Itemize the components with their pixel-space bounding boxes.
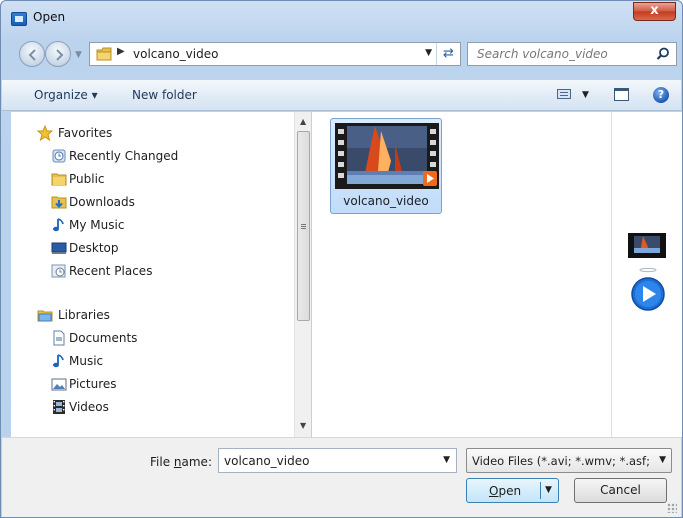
back-button[interactable] [19,41,45,67]
command-toolbar: Organize ▾ New folder ▼ ? [2,79,681,111]
star-icon [37,125,53,141]
video-preview-thumbnail [628,233,666,258]
recent-places-icon [51,264,66,278]
help-button[interactable]: ? [653,87,669,103]
file-type-value: Video Files (*.avi; *.wmv; *.asf; * [472,454,654,468]
file-name-label-mnemonic: n [173,455,182,469]
split-divider [540,482,541,499]
tree-item-pictures[interactable]: Pictures [11,373,293,395]
tree-item-downloads[interactable]: Downloads [11,191,293,213]
navigation-bar: ▼ ▶ volcano_video ▼ ⇄ Search volcano_vid… [1,35,682,79]
chevron-down-icon[interactable]: ▼ [443,455,450,465]
downloads-icon [51,196,67,209]
tree-item-favorites[interactable]: Favorites [11,122,293,144]
open-button-label: Open [489,484,521,498]
tree-item-label: Desktop [69,241,119,255]
scrollbar-thumb[interactable] [297,131,310,321]
file-name-label: volcano_video [343,194,429,208]
tree-item-my-music[interactable]: My Music [11,214,293,236]
tree-item-libraries[interactable]: Libraries [11,304,293,326]
navigation-pane: Favorites Recently Changed Public Downlo… [11,112,311,437]
navigation-tree: Favorites Recently Changed Public Downlo… [11,112,293,437]
search-box[interactable]: Search volcano_video [467,42,677,66]
music-note-icon [53,218,64,232]
tree-item-documents[interactable]: Documents [11,327,293,349]
tree-item-label: Downloads [69,195,135,209]
tree-item-label: Recent Places [69,264,153,278]
pictures-icon [51,378,67,391]
open-button[interactable]: Open ▼ [466,478,559,503]
navigation-scrollbar[interactable]: ▲ ▼ [294,112,311,437]
breadcrumb-separator[interactable]: ▶ [117,46,125,57]
search-input[interactable]: Search volcano_video [477,47,608,61]
open-dialog: Open x ▼ ▶ volcano_video ▼ ⇄ Search volc… [0,0,683,518]
file-name-label: File name: [150,455,212,469]
tree-item-label: Music [69,354,104,368]
chevron-down-icon: ▼ [659,455,666,465]
tree-item-music[interactable]: Music [11,350,293,372]
cancel-button[interactable]: Cancel [574,478,667,503]
arrow-left-icon [28,49,36,61]
arrow-right-icon [56,49,64,61]
tree-item-label: Videos [69,400,109,414]
refresh-button[interactable]: ⇄ [436,43,460,65]
refresh-icon: ⇄ [443,46,454,61]
change-view-button[interactable] [557,89,571,99]
help-icon: ? [657,88,665,101]
libraries-icon [37,310,53,322]
preview-pane-toggle[interactable] [614,88,629,101]
open-options-dropdown[interactable]: ▼ [545,485,552,495]
file-item-volcano-video[interactable]: volcano_video [330,118,442,214]
file-type-select[interactable]: Video Files (*.avi; *.wmv; *.asf; * ▼ [466,448,672,473]
grip-icon [301,224,306,225]
video-thumbnail-icon [335,123,439,189]
documents-icon [53,330,65,346]
folder-icon [51,173,67,186]
tree-item-label: Pictures [69,377,117,391]
tree-item-desktop[interactable]: Desktop [11,237,293,259]
recent-changed-icon [52,149,66,163]
address-bar[interactable]: ▶ volcano_video ▼ ⇄ [89,42,461,66]
tree-item-recent-places[interactable]: Recent Places [11,260,293,282]
breadcrumb-current[interactable]: volcano_video [133,47,218,61]
file-name-label-pre: File [150,455,174,469]
preview-pane [611,112,682,437]
play-icon[interactable] [630,267,666,315]
tree-item-label: Recently Changed [69,149,179,163]
forward-button[interactable] [45,41,71,67]
scroll-down-arrow[interactable]: ▼ [300,421,306,430]
file-list-pane: volcano_video [312,112,611,437]
close-button[interactable]: x [633,2,676,21]
recent-locations-dropdown[interactable]: ▼ [75,50,82,60]
film-icon [53,400,65,414]
window-title: Open [33,10,66,24]
tree-item-label: Documents [69,331,138,345]
file-name-field[interactable]: volcano_video ▼ [218,448,457,473]
music-note-icon [53,354,64,368]
app-icon [11,12,27,26]
tree-item-label: Favorites [58,126,113,140]
tree-item-label: Libraries [58,308,110,322]
tree-item-recently-changed[interactable]: Recently Changed [11,145,293,167]
file-name-value[interactable]: volcano_video [224,454,309,468]
folder-icon [96,47,112,61]
dialog-footer: File name: volcano_video ▼ Video Files (… [2,437,681,517]
organize-button[interactable]: Organize ▾ [34,88,98,102]
resize-grip[interactable] [667,503,677,513]
scroll-up-arrow[interactable]: ▲ [300,117,306,126]
open-label-rest: pen [498,484,522,498]
tree-item-public[interactable]: Public [11,168,293,190]
address-dropdown[interactable]: ▼ [425,48,432,58]
search-icon[interactable] [656,47,670,61]
tree-item-label: My Music [69,218,125,232]
title-bar: Open x [1,1,682,35]
view-options-dropdown[interactable]: ▼ [582,90,589,100]
desktop-icon [51,242,67,254]
new-folder-button[interactable]: New folder [132,88,197,102]
file-name-label-post: ame: [181,455,212,469]
tree-item-label: Public [69,172,105,186]
tree-item-videos[interactable]: Videos [11,396,293,418]
